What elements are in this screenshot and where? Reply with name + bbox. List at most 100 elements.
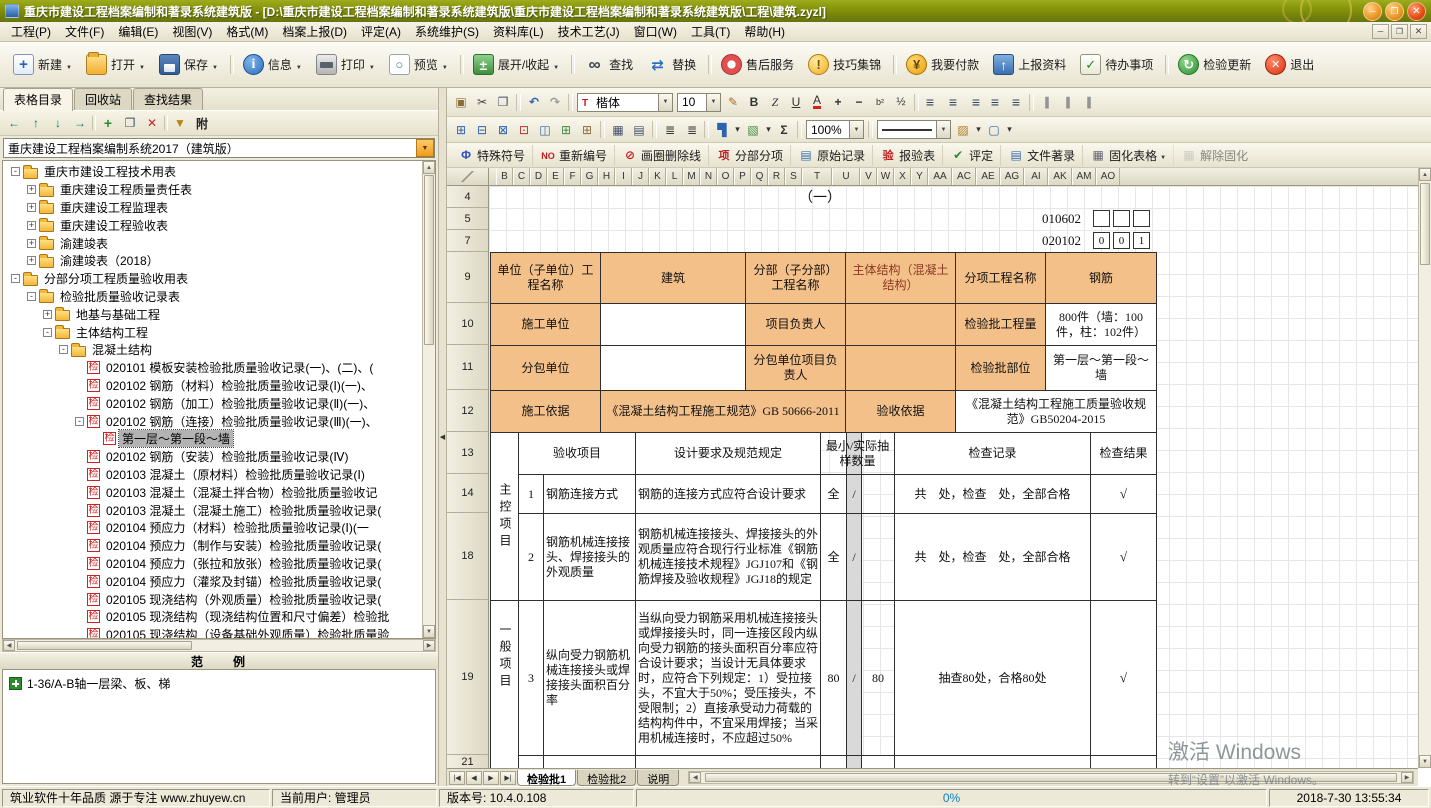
tree-expander-icon[interactable]: + [27, 256, 36, 265]
column-header[interactable]: P [734, 168, 751, 185]
cell-subcontract-leader-label[interactable]: 分包单位项目负责人 [745, 345, 846, 391]
tree-item-label[interactable]: 020104 预应力（张拉和放张）检验批质量验收记录( [103, 555, 384, 572]
cell-item[interactable]: 纵向受力钢筋机械连接接头或焊接接头面积百分率 [543, 600, 636, 756]
tree-item-label[interactable]: 重庆建设工程质量责任表 [57, 181, 195, 198]
toolbar-button[interactable]: 待办事项 [1073, 49, 1160, 80]
row-header[interactable]: 4 [447, 186, 488, 208]
sheet-vertical-scrollbar[interactable] [1418, 168, 1431, 768]
chevron-down-icon[interactable] [706, 94, 720, 111]
format-icon[interactable] [828, 93, 848, 112]
mdi-minimize-button[interactable] [1372, 24, 1389, 39]
column-header[interactable]: R [768, 168, 785, 185]
cell-seq[interactable]: 3 [518, 600, 544, 756]
cell-acceptance-basis-value[interactable]: 《混凝土结构工程施工质量验收规范》GB50204-2015 [955, 390, 1157, 433]
left-tab[interactable]: 查找结果 [133, 88, 203, 110]
format-icon[interactable] [608, 120, 628, 139]
cell-partial[interactable] [518, 755, 544, 768]
cell-construction-unit-value[interactable] [600, 303, 746, 346]
tool-button[interactable]: 特殊符号 [451, 145, 532, 166]
scrollbar-thumb[interactable] [424, 175, 434, 345]
tree-toolbar-icon[interactable] [142, 113, 162, 133]
tree-item-label[interactable]: 020105 现浇结构（现浇结构位置和尺寸偏差）检验批 [103, 608, 392, 625]
column-header[interactable]: AG [1000, 168, 1024, 185]
toolbar-button[interactable]: 信息 [236, 49, 309, 80]
format-icon[interactable] [1058, 93, 1078, 112]
column-header[interactable]: S [785, 168, 802, 185]
left-tab[interactable]: 表格目录 [3, 88, 73, 111]
cell-record[interactable]: 抽查80处，合格80处 [894, 600, 1091, 756]
cell-spec[interactable]: 钢筋的连接方式应符合设计要求 [635, 474, 821, 514]
row-header[interactable]: 10 [447, 303, 488, 345]
last-sheet-button[interactable] [500, 771, 516, 785]
scroll-right-icon[interactable] [423, 640, 435, 651]
tree-item[interactable]: 020104 预应力（材料）检验批质量验收记录(Ⅰ)(一 [3, 519, 422, 537]
tree-vertical-scrollbar[interactable] [422, 161, 435, 638]
row-header[interactable]: 5 [447, 208, 488, 230]
toolbar-button[interactable]: 打开 [79, 49, 152, 80]
menu-item[interactable]: 档案上报(D) [275, 21, 354, 42]
tree-expander-icon[interactable]: - [43, 328, 52, 337]
format-icon[interactable] [1005, 120, 1014, 139]
column-header[interactable]: X [894, 168, 911, 185]
cell-header-result[interactable]: 检查结果 [1090, 432, 1157, 475]
format-icon[interactable] [1006, 93, 1026, 112]
format-icon[interactable] [712, 120, 732, 139]
column-header[interactable]: AC [952, 168, 976, 185]
tree-item[interactable]: - 检验批质量验收记录表 [3, 288, 422, 306]
cell-partial[interactable] [820, 755, 847, 768]
cell-subcontract-unit-label[interactable]: 分包单位 [490, 345, 601, 391]
sheet-horizontal-scrollbar[interactable] [688, 771, 1414, 784]
column-header[interactable]: W [877, 168, 894, 185]
tree-item[interactable]: + 渝建竣表 [3, 234, 422, 252]
tree-expander-icon[interactable]: - [11, 167, 20, 176]
tree-item[interactable]: - 主体结构工程 [3, 323, 422, 341]
toolbar-button[interactable]: 保存 [152, 49, 225, 80]
column-header[interactable]: I [615, 168, 632, 185]
tree-toolbar-icon[interactable] [26, 113, 46, 133]
tree-item-label[interactable]: 020103 混凝土（混凝土施工）检验批质量验收记录( [103, 502, 384, 519]
format-icon[interactable] [744, 93, 764, 112]
mdi-close-button[interactable] [1410, 24, 1427, 39]
cell-project-leader-value[interactable] [845, 303, 956, 346]
format-icon[interactable] [704, 121, 709, 138]
tree-item[interactable]: 020105 现浇结构（设备基础外观质量）检验批质量验 [3, 626, 422, 638]
format-icon[interactable] [535, 120, 555, 139]
tree-item-label[interactable]: 重庆建设工程监理表 [57, 199, 171, 216]
cell-header-spec[interactable]: 设计要求及规范规定 [635, 432, 821, 475]
format-icon[interactable] [743, 120, 763, 139]
first-sheet-button[interactable] [449, 771, 465, 785]
tree-item[interactable]: 020102 钢筋（安装）检验批质量验收记录(Ⅳ) [3, 448, 422, 466]
format-icon[interactable] [774, 120, 794, 139]
menu-item[interactable]: 评定(A) [354, 21, 408, 42]
tree-item-label[interactable]: 主体结构工程 [73, 324, 151, 341]
format-icon[interactable] [1029, 94, 1034, 111]
format-icon[interactable] [493, 93, 513, 112]
cell-sample-slash[interactable]: / [846, 474, 862, 514]
code-box[interactable] [1113, 210, 1130, 227]
menu-item[interactable]: 帮助(H) [737, 21, 792, 42]
column-header[interactable]: Q [751, 168, 768, 185]
toolbar-button[interactable]: 预览 [382, 49, 455, 80]
cell-partial[interactable] [543, 755, 636, 768]
cell-actual-sample[interactable] [861, 513, 895, 601]
row-header[interactable]: 7 [447, 230, 488, 252]
tree-item[interactable]: 第一层～第一段～墙 [3, 430, 422, 448]
menu-item[interactable]: 技术工艺(J) [551, 21, 627, 42]
format-icon[interactable] [943, 93, 963, 112]
format-icon[interactable] [765, 93, 785, 112]
tree-item-label[interactable]: 020104 预应力（制作与安装）检验批质量验收记录( [103, 537, 384, 554]
close-button[interactable] [1407, 2, 1426, 21]
column-header[interactable]: D [530, 168, 547, 185]
row-header[interactable]: 13 [447, 432, 488, 474]
format-icon[interactable] [600, 121, 605, 138]
code-box[interactable] [1133, 210, 1150, 227]
tree-item[interactable]: 020104 预应力（灌浆及封锚）检验批质量验收记录( [3, 572, 422, 590]
next-sheet-button[interactable] [483, 771, 499, 785]
row-header[interactable]: 19 [447, 600, 488, 755]
column-header[interactable]: H [598, 168, 615, 185]
tree-expander-icon[interactable]: - [59, 345, 68, 354]
tree-item-label[interactable]: 混凝土结构 [89, 341, 155, 358]
tool-button[interactable]: 固化表格 [1082, 145, 1173, 166]
format-icon[interactable] [807, 93, 827, 112]
format-icon[interactable] [870, 93, 890, 112]
